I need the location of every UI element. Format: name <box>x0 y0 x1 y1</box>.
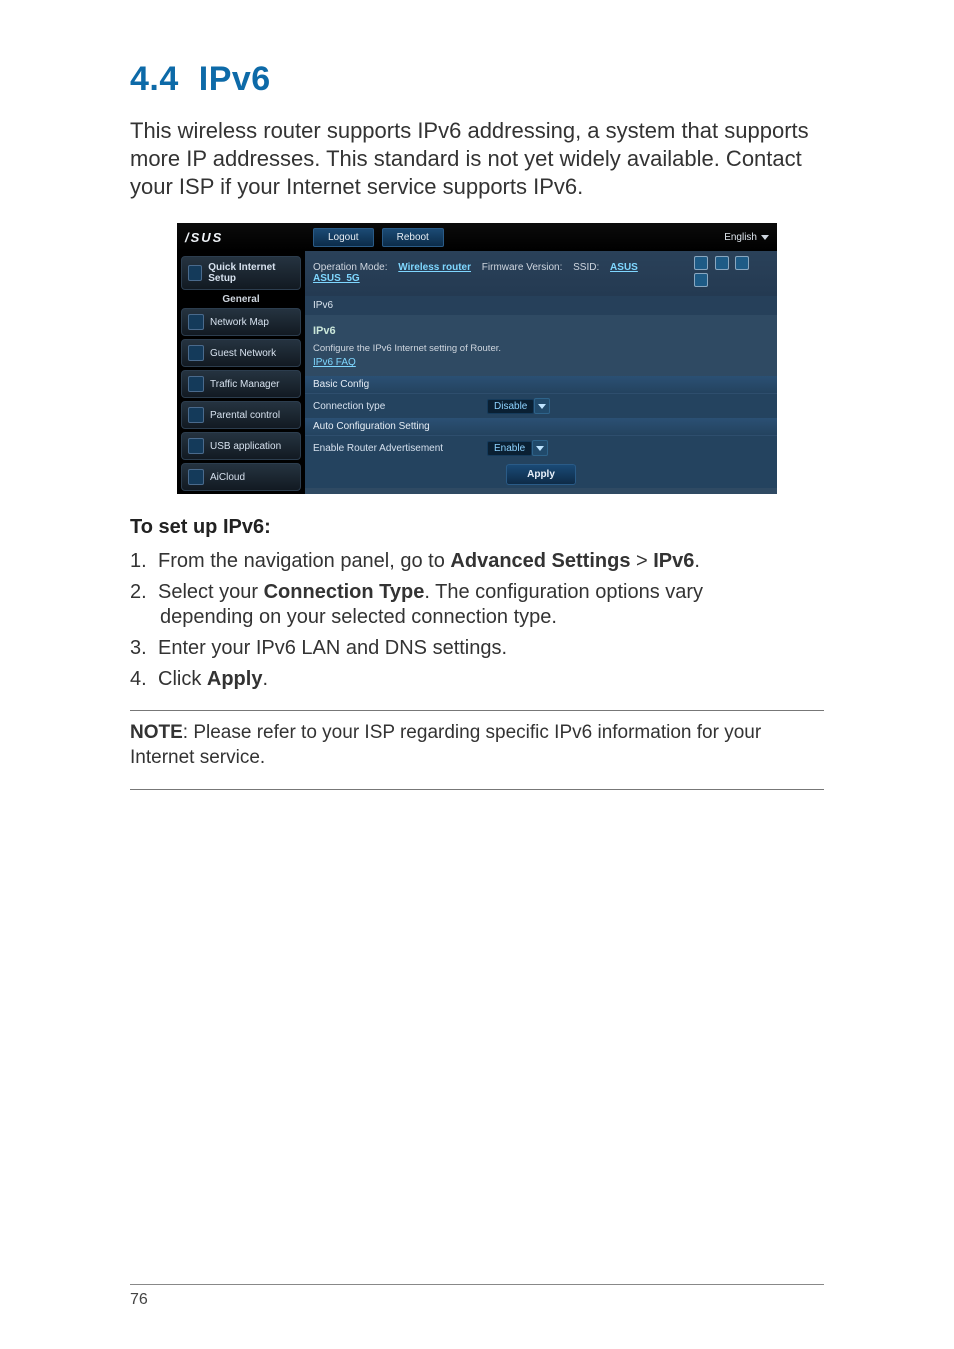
op-mode-label: Operation Mode: <box>313 262 388 273</box>
section-number: 4.4 <box>130 60 179 98</box>
connection-type-select[interactable]: Disable <box>487 399 534 414</box>
step-text: Select your <box>158 581 264 603</box>
connection-type-label: Connection type <box>313 401 487 412</box>
connection-type-value: Disable <box>494 401 527 412</box>
step-text-cont: depending on your selected connection ty… <box>158 605 824 630</box>
step-text: . The configuration options vary <box>424 581 703 603</box>
chevron-down-icon[interactable] <box>532 440 548 456</box>
page-number: 76 <box>130 1284 824 1309</box>
sidebar-item-label: Network Map <box>210 317 269 328</box>
usb-icon <box>188 438 204 454</box>
router-content: Operation Mode: Wireless router Firmware… <box>305 251 777 494</box>
steps-list: From the navigation panel, go to Advance… <box>130 549 824 692</box>
step-text-bold: Advanced Settings <box>450 550 630 572</box>
note-label: NOTE <box>130 722 183 743</box>
auto-config-band: Auto Configuration Setting <box>305 418 777 435</box>
language-label: English <box>724 232 757 243</box>
apply-button[interactable]: Apply <box>506 464 576 485</box>
status-icon[interactable] <box>715 256 729 270</box>
section-heading: 4.4 IPv6 <box>130 60 824 99</box>
setup-heading: To set up IPv6: <box>130 516 824 539</box>
panel-description: Configure the IPv6 Internet setting of R… <box>313 343 769 354</box>
sidebar-item-label: Traffic Manager <box>210 379 279 390</box>
ipv6-faq-link[interactable]: IPv6 FAQ <box>313 357 356 368</box>
router-adv-label: Enable Router Advertisement <box>313 443 487 454</box>
network-icon <box>188 314 204 330</box>
router-screenshot: /SUS Logout Reboot English Quick Interne… <box>177 223 777 494</box>
chevron-down-icon <box>761 235 769 240</box>
apply-row: Apply <box>305 460 777 488</box>
cloud-icon <box>188 469 204 485</box>
note-paragraph: NOTE: Please refer to your ISP regarding… <box>130 721 824 770</box>
qis-label: Quick Internet Setup <box>208 262 294 284</box>
connection-type-row: Connection type Disable <box>305 393 777 418</box>
step-1: From the navigation panel, go to Advance… <box>130 549 824 574</box>
breadcrumb: IPv6 <box>305 296 777 315</box>
step-text: > <box>630 550 653 572</box>
sidebar-item-label: USB application <box>210 441 281 452</box>
users-icon <box>188 345 204 361</box>
sidebar-general-label: General <box>177 294 305 305</box>
lock-icon <box>188 407 204 423</box>
sidebar-item-parental-control[interactable]: Parental control <box>181 401 301 429</box>
quick-internet-setup[interactable]: Quick Internet Setup <box>181 256 301 290</box>
router-info-bar: Operation Mode: Wireless router Firmware… <box>305 251 777 296</box>
router-sidebar: Quick Internet Setup General Network Map… <box>177 251 305 494</box>
step-text-bold: Connection Type <box>264 581 425 603</box>
reboot-button[interactable]: Reboot <box>382 228 444 247</box>
language-selector[interactable]: English <box>724 232 769 243</box>
wand-icon <box>188 265 202 281</box>
router-adv-select[interactable]: Enable <box>487 441 532 456</box>
sidebar-item-network-map[interactable]: Network Map <box>181 308 301 336</box>
status-icon[interactable] <box>694 273 708 287</box>
step-text: . <box>694 550 700 572</box>
chevron-down-icon[interactable] <box>534 398 550 414</box>
logout-button[interactable]: Logout <box>313 228 374 247</box>
traffic-icon <box>188 376 204 392</box>
step-4: Click Apply. <box>130 667 824 692</box>
op-mode-value[interactable]: Wireless router <box>398 262 471 273</box>
step-text: . <box>262 668 268 690</box>
sidebar-item-label: Guest Network <box>210 348 276 359</box>
status-icon[interactable] <box>735 256 749 270</box>
step-2: Select your Connection Type. The configu… <box>130 580 824 630</box>
note-text: : Please refer to your ISP regarding spe… <box>130 722 761 768</box>
step-text-bold: IPv6 <box>653 550 694 572</box>
section-title: IPv6 <box>199 60 271 98</box>
step-3: Enter your IPv6 LAN and DNS settings. <box>130 636 824 661</box>
sidebar-item-traffic-manager[interactable]: Traffic Manager <box>181 370 301 398</box>
step-text: Click <box>158 668 207 690</box>
ipv6-panel: IPv6 Configure the IPv6 Internet setting… <box>305 315 777 376</box>
asus-logo: /SUS <box>185 230 305 245</box>
step-text-bold: Apply <box>207 668 263 690</box>
status-icon[interactable] <box>694 256 708 270</box>
intro-paragraph: This wireless router supports IPv6 addre… <box>130 117 824 201</box>
step-text: From the navigation panel, go to <box>158 550 450 572</box>
basic-config-band: Basic Config <box>305 376 777 393</box>
fw-version-label: Firmware Version: <box>482 262 563 273</box>
sidebar-item-guest-network[interactable]: Guest Network <box>181 339 301 367</box>
router-topbar: /SUS Logout Reboot English <box>177 223 777 251</box>
sidebar-item-usb-application[interactable]: USB application <box>181 432 301 460</box>
divider <box>130 710 824 711</box>
step-text: Enter your IPv6 LAN and DNS settings. <box>158 637 507 659</box>
divider <box>130 789 824 790</box>
router-adv-value: Enable <box>494 443 525 454</box>
router-adv-row: Enable Router Advertisement Enable <box>305 435 777 460</box>
sidebar-item-label: AiCloud <box>210 472 245 483</box>
sidebar-item-aicloud[interactable]: AiCloud <box>181 463 301 491</box>
panel-title: IPv6 <box>313 325 769 337</box>
ssid-label: SSID: <box>573 262 599 273</box>
sidebar-item-label: Parental control <box>210 410 280 421</box>
